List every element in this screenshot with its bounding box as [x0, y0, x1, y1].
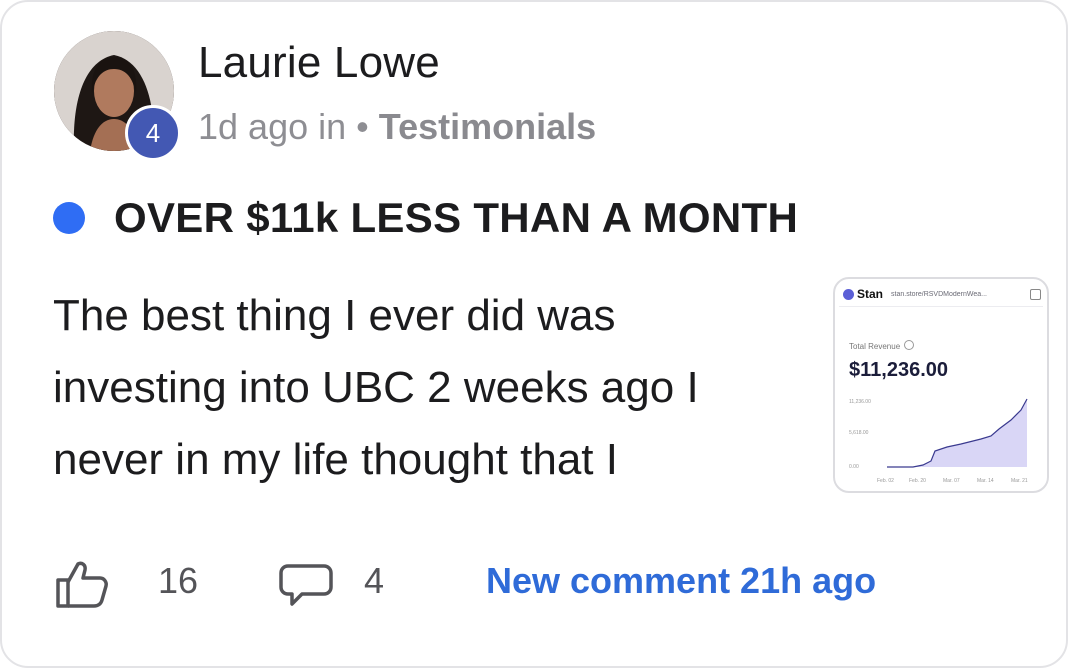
comment-count: 4	[364, 560, 385, 601]
post-body[interactable]: The best thing I ever did was investing …	[53, 280, 793, 496]
x-tick-label: Mar. 07	[943, 478, 960, 484]
like-count: 16	[158, 560, 199, 601]
y-tick-label: 0.00	[849, 464, 859, 470]
revenue-area	[887, 399, 1027, 467]
post-card[interactable]: 4 Laurie Lowe 1d ago in • Testimonials O…	[0, 0, 1068, 668]
post-meta: 1d ago in • Testimonials	[198, 106, 596, 148]
x-tick-label: Mar. 14	[977, 478, 994, 484]
post-time: 1d ago in •	[198, 106, 379, 147]
category-link[interactable]: Testimonials	[379, 106, 596, 147]
author-name[interactable]: Laurie Lowe	[198, 38, 440, 88]
unread-dot	[53, 202, 85, 234]
x-tick-label: Feb. 02	[877, 478, 894, 484]
title-row: OVER $11k LESS THAN A MONTH	[53, 194, 798, 242]
level-badge: 4	[125, 105, 181, 161]
comment-icon[interactable]	[278, 562, 334, 608]
y-tick-label: 5,618.00	[849, 430, 869, 436]
x-tick-label: Mar. 21	[1011, 478, 1028, 484]
x-tick-label: Feb. 20	[909, 478, 926, 484]
post-title[interactable]: OVER $11k LESS THAN A MONTH	[114, 194, 798, 242]
y-tick-label: 11,236.00	[849, 399, 871, 405]
thumbs-up-icon[interactable]	[54, 560, 110, 608]
new-comment-link[interactable]: New comment 21h ago	[486, 560, 876, 602]
attachment-thumbnail[interactable]: Stan stan.store/RSVDModernWea... Total R…	[833, 277, 1049, 493]
revenue-chart: 11,236.00 5,618.00 0.00 Feb. 02 Feb. 20 …	[849, 398, 1028, 484]
